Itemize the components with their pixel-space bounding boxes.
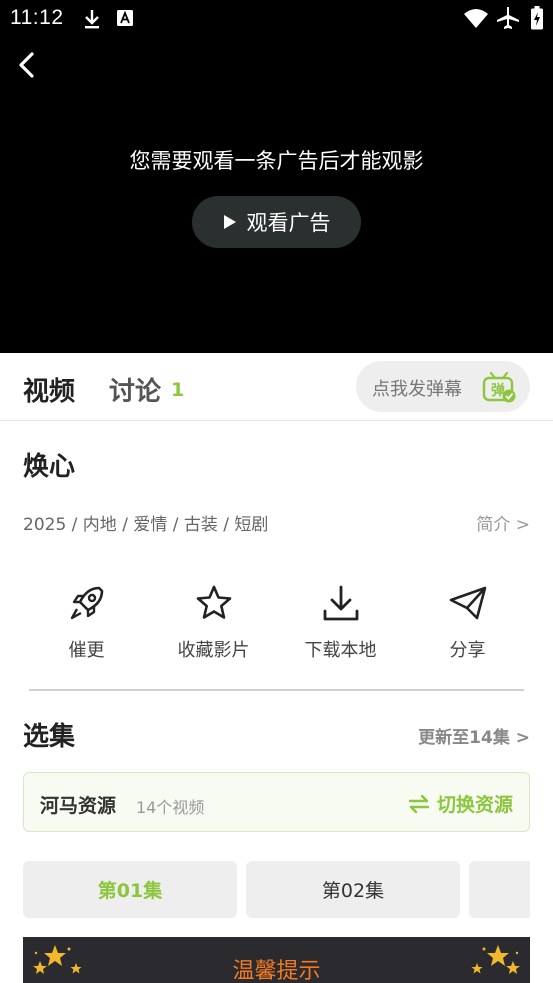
action-bar: 催更 收藏影片 下载本地 分享 [23, 580, 530, 670]
play-icon [223, 214, 237, 230]
video-title: 焕心 [23, 452, 76, 482]
ad-required-message: 您需要观看一条广告后才能观影 [129, 149, 424, 173]
favorite-button[interactable]: 收藏影片 [150, 580, 277, 662]
back-button[interactable] [12, 48, 44, 82]
tab-video[interactable]: 视频 [23, 371, 75, 408]
tab-discussion[interactable]: 讨论 [109, 371, 161, 408]
download-button[interactable]: 下载本地 [277, 580, 404, 662]
watch-ad-button[interactable]: 观看广告 [192, 196, 361, 248]
stars-right-icon [468, 943, 522, 983]
favorite-label: 收藏影片 [177, 640, 250, 661]
watch-ad-label: 观看广告 [246, 211, 331, 235]
episode-item-03[interactable] [469, 861, 530, 918]
rocket-icon [23, 580, 150, 626]
episodes-update-link[interactable]: 更新至14集 > [418, 723, 530, 748]
source-panel: 河马资源 14个视频 切换资源 [23, 772, 530, 832]
download-label: 下载本地 [304, 640, 377, 661]
source-name: 河马资源 [40, 795, 117, 817]
send-danmaku-label: 点我发弹幕 [372, 379, 462, 400]
video-player[interactable]: 11:12 您需要观看一条广告后才能观影 观看广告 [0, 0, 553, 353]
urge-update-label: 催更 [68, 640, 105, 661]
send-danmaku-button[interactable]: 点我发弹幕 弹 [356, 361, 530, 412]
switch-source-button[interactable]: 切换资源 [408, 790, 513, 817]
font-status-icon [116, 8, 134, 32]
discussion-count-badge: 1 [171, 379, 185, 401]
wifi-icon [463, 7, 489, 33]
switch-source-label: 切换资源 [436, 794, 513, 816]
episode-item-01[interactable]: 第01集 [23, 861, 237, 918]
share-button[interactable]: 分享 [404, 580, 531, 662]
star-icon [150, 580, 277, 626]
share-icon [404, 580, 531, 626]
episodes-section-title: 选集 [23, 722, 76, 752]
switch-arrows-icon [408, 794, 429, 813]
status-time: 11:12 [10, 6, 64, 29]
section-divider [29, 689, 524, 691]
content-tabs: 视频 讨论 1 点我发弹幕 弹 [0, 353, 553, 421]
download-icon [277, 580, 404, 626]
video-meta: 2025 / 内地 / 爱情 / 古装 / 短剧 [23, 515, 269, 535]
urge-update-button[interactable]: 催更 [23, 580, 150, 662]
tip-title: 温馨提示 [232, 959, 321, 983]
danmaku-icon: 弹 [482, 371, 516, 407]
download-status-icon [82, 8, 102, 34]
status-bar: 11:12 [0, 0, 553, 38]
share-label: 分享 [449, 640, 486, 661]
episode-item-02[interactable]: 第02集 [246, 861, 460, 918]
airplane-mode-icon [496, 6, 520, 34]
source-video-count: 14个视频 [136, 798, 205, 817]
battery-charging-icon [530, 6, 544, 34]
intro-link[interactable]: 简介 > [476, 510, 530, 535]
tip-banner: 温馨提示 [23, 937, 530, 983]
